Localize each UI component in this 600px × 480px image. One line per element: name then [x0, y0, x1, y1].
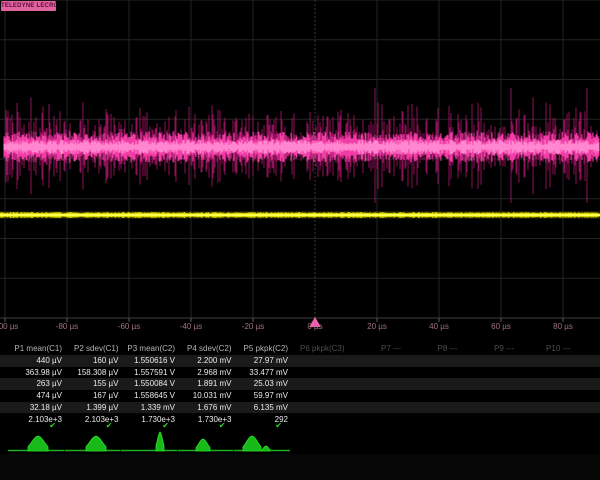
param-value: 263 µV [36, 379, 62, 389]
param-status-check: ✔ [162, 421, 169, 430]
param-value: 1.891 mV [197, 379, 231, 389]
param-value: 1.676 mV [197, 403, 231, 413]
param-value: 1.730e+3 [198, 415, 232, 425]
param-header-dim[interactable]: P7 --- [381, 344, 401, 354]
param-header-p1[interactable]: P1 mean(C1) [14, 344, 62, 354]
param-header-p5[interactable]: P5 pkpk(C2) [244, 344, 288, 354]
param-value: 32.18 µV [30, 403, 62, 413]
time-axis-label: -80 µs [56, 322, 78, 331]
param-value: 2.103e+3 [28, 415, 62, 425]
c2-trace[interactable] [4, 88, 599, 203]
param-value: 59.97 mV [254, 391, 288, 401]
param-value: 363.98 µV [25, 368, 62, 378]
param-value: 474 µV [36, 391, 62, 401]
time-axis-label: -100 µs [0, 322, 18, 331]
param-header-dim[interactable]: P6 pkpk(C3) [300, 344, 344, 354]
param-value: 160 µV [93, 356, 119, 366]
param-status-check: ✔ [106, 421, 113, 430]
param-value: 1.399 µV [86, 403, 118, 413]
param-value: 27.97 mV [254, 356, 288, 366]
param-value: 33.477 mV [249, 368, 288, 378]
table-row-stripe [0, 390, 600, 402]
param-header-dim[interactable]: P9 --- [494, 344, 514, 354]
param-value: 167 µV [93, 391, 119, 401]
time-axis-label: -40 µs [180, 322, 202, 331]
table-row-stripe [0, 355, 600, 367]
param-value: 440 µV [36, 356, 62, 366]
param-status-check: ✔ [275, 421, 282, 430]
param-value: 1.339 mV [141, 403, 175, 413]
oscilloscope-screen: -100 µs -80 µs -60 µs -40 µs -20 µs 0 µs 20 µs… [0, 0, 600, 480]
time-axis-label: 40 µs [429, 322, 449, 331]
param-value: 25.03 mV [254, 379, 288, 389]
param-status-check: ✔ [49, 421, 56, 430]
param-status-check: ✔ [219, 421, 226, 430]
param-value: 2.103e+3 [85, 415, 119, 425]
time-axis-label: 20 µs [367, 322, 387, 331]
param-value: 1.557591 V [134, 368, 175, 378]
param-value: 155 µV [93, 379, 119, 389]
graticule [0, 0, 600, 322]
param-value: 1.550084 V [134, 379, 175, 389]
param-value: 10.031 mV [193, 391, 232, 401]
table-row-stripe [0, 378, 600, 390]
c1-trace[interactable] [0, 212, 600, 219]
time-axis-label: -20 µs [242, 322, 264, 331]
param-header-p3[interactable]: P3 mean(C2) [127, 344, 175, 354]
time-axis-label: 60 µs [491, 322, 511, 331]
param-value: 2.968 mV [197, 368, 231, 378]
param-header-p2[interactable]: P2 sdev(C1) [74, 344, 118, 354]
time-axis-label: 0 µs [307, 322, 322, 331]
parameter-histicons [8, 432, 290, 451]
param-header-dim[interactable]: P10 --- [546, 344, 570, 354]
time-axis-label: 80 µs [553, 322, 573, 331]
param-value: 2.200 mV [197, 356, 231, 366]
param-value: 1.558645 V [134, 391, 175, 401]
param-value: 1.550616 V [134, 356, 175, 366]
bottom-bar: C1 DC1M 10.0 mV C2 ESP DC1M 10.0 mV + HD… [0, 454, 600, 480]
param-value: 158.308 µV [77, 368, 118, 378]
time-axis-label: -60 µs [118, 322, 140, 331]
param-value: 6.135 mV [254, 403, 288, 413]
param-header-dim[interactable]: P8 --- [438, 344, 458, 354]
param-header-p4[interactable]: P4 sdev(C2) [187, 344, 231, 354]
brand-badge: TELEDYNE LECROY [1, 1, 56, 11]
param-value: 1.730e+3 [141, 415, 175, 425]
